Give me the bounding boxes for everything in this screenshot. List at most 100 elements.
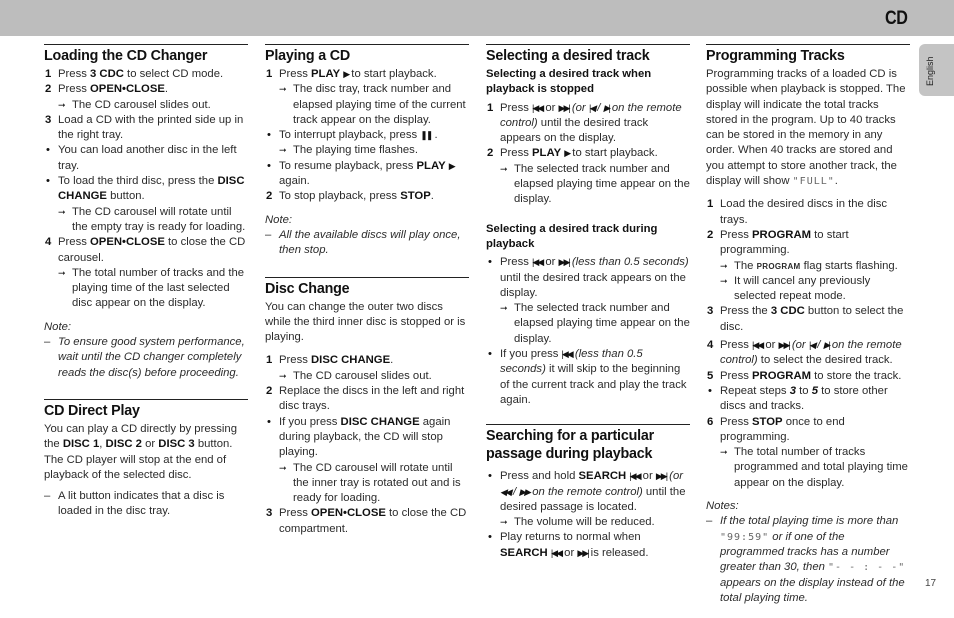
section-cd-direct-play: CD Direct Play You can play a CD directl… xyxy=(44,398,248,520)
arrow-icon: ➞ xyxy=(720,447,728,458)
section-heading: Searching for a particular passage durin… xyxy=(486,428,655,463)
step: 5 Press PROGRAM to store the track. xyxy=(707,369,902,382)
result: ➞ The disc tray, track number and elapsed… xyxy=(279,83,466,126)
paragraph: You can play a CD directly by pressing t… xyxy=(44,422,237,481)
section-heading: Loading the CD Changer xyxy=(44,48,208,64)
step: 6 Press STOP once to end programming. xyxy=(707,415,845,443)
arrow-icon: ➞ xyxy=(279,145,287,156)
bullet: • To load the third disc, press the DISC … xyxy=(46,175,245,203)
arrow-icon: ➞ xyxy=(58,267,66,278)
bullet: • To resume playback, press PLAY ▶ again. xyxy=(267,159,456,188)
step: 1 Press DISC CHANGE. xyxy=(266,354,394,367)
next-icon: ▶▶| xyxy=(655,471,668,482)
previous-icon: |◀◀ xyxy=(532,102,544,113)
section-playing: Playing a CD 1 Press PLAY ▶ to start play… xyxy=(265,44,469,259)
step: 3 Press the 3 CDC button to select the di… xyxy=(707,305,904,333)
arrow-icon: ➞ xyxy=(279,370,287,381)
language-tab: English xyxy=(919,44,954,96)
result: ➞ The PROGRAM flag starts flashing. xyxy=(706,259,910,274)
result: ➞ It will cancel any previously selected … xyxy=(720,274,871,303)
section-heading: Disc Change xyxy=(265,280,350,297)
lcd-text: "99:59" xyxy=(720,531,770,543)
next-icon: ▶▶| xyxy=(577,547,589,558)
section-disc-change: Disc Change You can change the outer two… xyxy=(265,276,469,537)
bullet: • Repeat steps 3 to 5 to store other disc… xyxy=(708,384,888,413)
next-icon: ▶▶| xyxy=(778,340,791,351)
section-heading: Selecting a desired track xyxy=(486,48,650,64)
bullet: • You can load another disc in the left t… xyxy=(46,144,237,172)
subheading: Selecting a desired track during playbac… xyxy=(486,222,658,250)
program-flag: PROGRAM xyxy=(756,261,801,271)
column-4: Programming Tracks Programming tracks of… xyxy=(706,44,910,606)
subheading: Selecting a desired track when playback … xyxy=(486,68,652,96)
note: – To ensure good system performance, wait… xyxy=(44,336,245,379)
arrow-icon: ➞ xyxy=(500,517,508,528)
fast-forward-icon: ▶▶ xyxy=(519,486,531,497)
step: 2 Press PLAY ▶ to start playback. xyxy=(486,146,690,161)
bullet: • Press |◀◀ or ▶▶| (less than 0.5 seconds… xyxy=(488,256,689,299)
result: ➞ The CD carousel slides out. xyxy=(44,98,248,113)
step: 2 Replace the discs in the left and right… xyxy=(266,385,465,413)
arrow-icon: ➞ xyxy=(279,84,287,95)
previous-icon: |◀◀ xyxy=(561,349,574,360)
result: ➞ The total number of tracks and the play… xyxy=(58,266,245,310)
section-title: CD xyxy=(884,8,908,29)
paragraph: You can change the outer two discs while… xyxy=(265,300,466,344)
lcd-text: "- - : - -" xyxy=(828,562,906,574)
bullet: • Press and hold SEARCH |◀◀ or ▶▶| (or ◀◀… xyxy=(488,470,686,513)
bullet: • Play returns to normal when SEARCH |◀◀ … xyxy=(486,530,690,561)
step: 1 Load the desired discs in the disc tray… xyxy=(707,198,888,226)
section-loading: Loading the CD Changer 1 Press 3 CDC to s… xyxy=(44,44,248,381)
bullet: • To interrupt playback, press ❚❚ . xyxy=(265,128,469,143)
previous-icon: |◀◀ xyxy=(752,340,764,351)
arrow-icon: ➞ xyxy=(58,206,66,217)
step: 2 Press PROGRAM to start programming. xyxy=(707,228,849,257)
arrow-icon: ➞ xyxy=(500,163,508,174)
result: ➞ The volume will be reduced. xyxy=(486,515,690,530)
step: 4 Press |◀◀ or ▶▶| (or |◀ / ▶| on the rem… xyxy=(707,339,902,367)
rewind-icon: ◀◀ xyxy=(500,486,512,497)
notes-title: Notes: xyxy=(706,500,739,513)
step: 3 Load a CD with the printed side up in t… xyxy=(45,113,244,142)
language-label: English xyxy=(925,56,935,86)
dash-item: – A lit button indicates that a disc is l… xyxy=(44,490,225,518)
result: ➞ The playing time flashes. xyxy=(265,143,469,158)
step: 2 Press OPEN•CLOSE. xyxy=(45,83,169,96)
pause-icon: ❚❚ xyxy=(420,130,433,141)
section-heading: Programming Tracks xyxy=(706,48,845,64)
previous-icon: |◀◀ xyxy=(532,257,544,268)
arrow-icon: ➞ xyxy=(58,99,66,110)
step: 1 Press |◀◀ or ▶▶| (or |◀ / ▶| on the rem… xyxy=(487,101,682,145)
paragraph: Programming tracks of a loaded CD is pos… xyxy=(706,68,906,188)
note: – If the total playing time is more than … xyxy=(706,515,906,604)
arrow-icon: ➞ xyxy=(720,260,728,271)
section-heading: Playing a CD xyxy=(265,48,350,64)
result: ➞ The selected track number and elapsed p… xyxy=(500,302,690,345)
section-programming: Programming Tracks Programming tracks of… xyxy=(706,44,910,606)
column-3: Selecting a desired track Selecting a de… xyxy=(486,44,690,561)
step: 1 Press 3 CDC to select CD mode. xyxy=(45,68,224,80)
step: 3 Press OPEN•CLOSE to close the CD compar… xyxy=(266,507,467,535)
result: ➞ The CD carousel will rotate until the i… xyxy=(279,461,461,505)
arrow-icon: ➞ xyxy=(500,303,508,314)
next-icon: ▶▶| xyxy=(558,257,571,268)
bullet: • If you press |◀◀ (less than 0.5 seconds… xyxy=(488,348,687,406)
bullet: • If you press DISC CHANGE again during p… xyxy=(267,415,451,459)
section-heading: CD Direct Play xyxy=(44,402,140,419)
note-title: Note: xyxy=(44,320,72,333)
previous-icon: |◀◀ xyxy=(629,471,641,482)
step: 1 Press PLAY ▶ to start playback. xyxy=(265,67,469,82)
result: ➞ The CD carousel will rotate until the e… xyxy=(58,205,246,233)
arrow-icon: ➞ xyxy=(279,462,287,473)
result: ➞ The total number of tracks programmed a… xyxy=(720,446,908,489)
column-2: Playing a CD 1 Press PLAY ▶ to start play… xyxy=(265,44,469,537)
step: 4 Press OPEN•CLOSE to close the CD carous… xyxy=(45,236,246,264)
note: – All the available discs will play once,… xyxy=(265,228,461,257)
play-icon: ▶ xyxy=(448,160,456,171)
note-title: Note: xyxy=(265,213,293,226)
lcd-text: "FULL" xyxy=(792,176,835,188)
column-1: Loading the CD Changer 1 Press 3 CDC to s… xyxy=(44,44,248,520)
page-number: 17 xyxy=(925,578,937,589)
result: ➞ The CD carousel slides out. xyxy=(265,369,469,384)
step: 2 To stop playback, press STOP. xyxy=(266,190,434,203)
